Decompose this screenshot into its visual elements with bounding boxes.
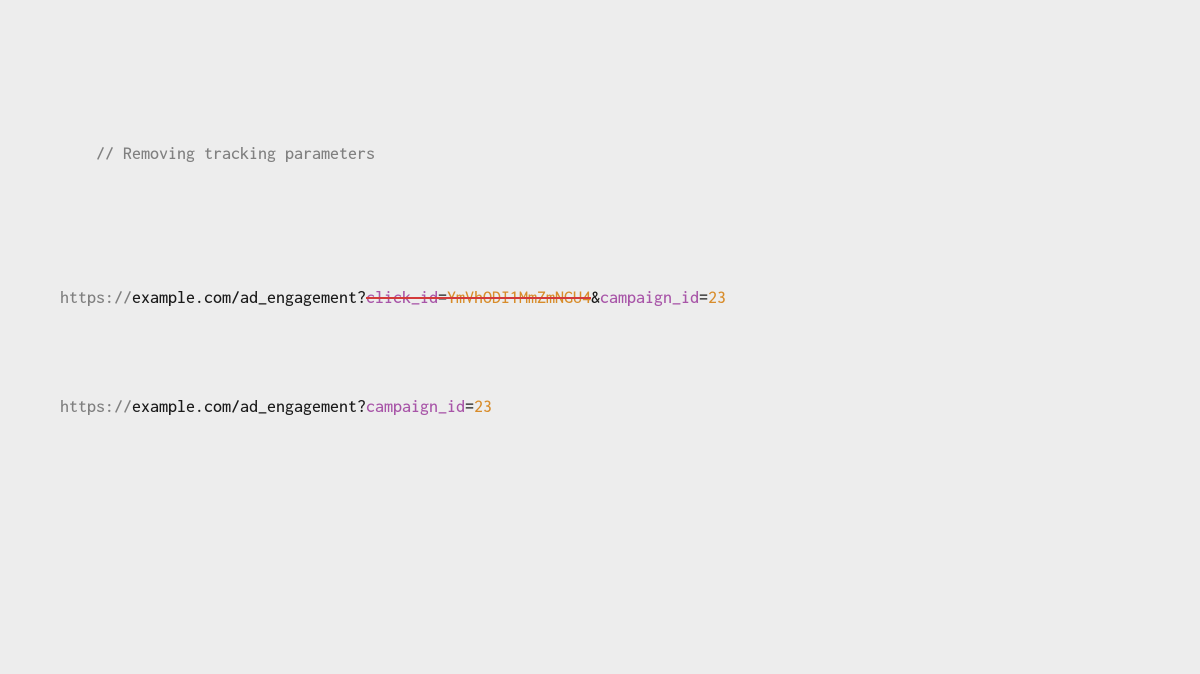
param-value: 23	[474, 398, 492, 416]
comment-line: // Removing tracking parameters	[60, 114, 1140, 195]
ampersand: &	[591, 289, 600, 307]
struck-param-value: YmVhODI1MmZmNGU4	[447, 289, 591, 307]
param-name: campaign_id	[366, 398, 465, 416]
url-line-before: https://example.com/ad_engagement?click_…	[60, 285, 1140, 312]
struck-param-name: click_id	[366, 289, 438, 307]
equals: =	[465, 398, 474, 416]
param-value: 23	[708, 289, 726, 307]
protocol: https://	[60, 398, 132, 416]
equals: =	[699, 289, 708, 307]
url-line-after: https://example.com/ad_engagement?campai…	[60, 394, 1140, 421]
param-name: campaign_id	[600, 289, 699, 307]
struck-segment: click_id=YmVhODI1MmZmNGU4	[366, 289, 591, 307]
domain-path: example.com/ad_engagement?	[132, 398, 366, 416]
struck-equals: =	[438, 289, 447, 307]
protocol: https://	[60, 289, 132, 307]
domain-path: example.com/ad_engagement?	[132, 289, 366, 307]
code-block: // Removing tracking parameters https://…	[60, 60, 1140, 476]
comment-text: // Removing tracking parameters	[96, 145, 375, 163]
